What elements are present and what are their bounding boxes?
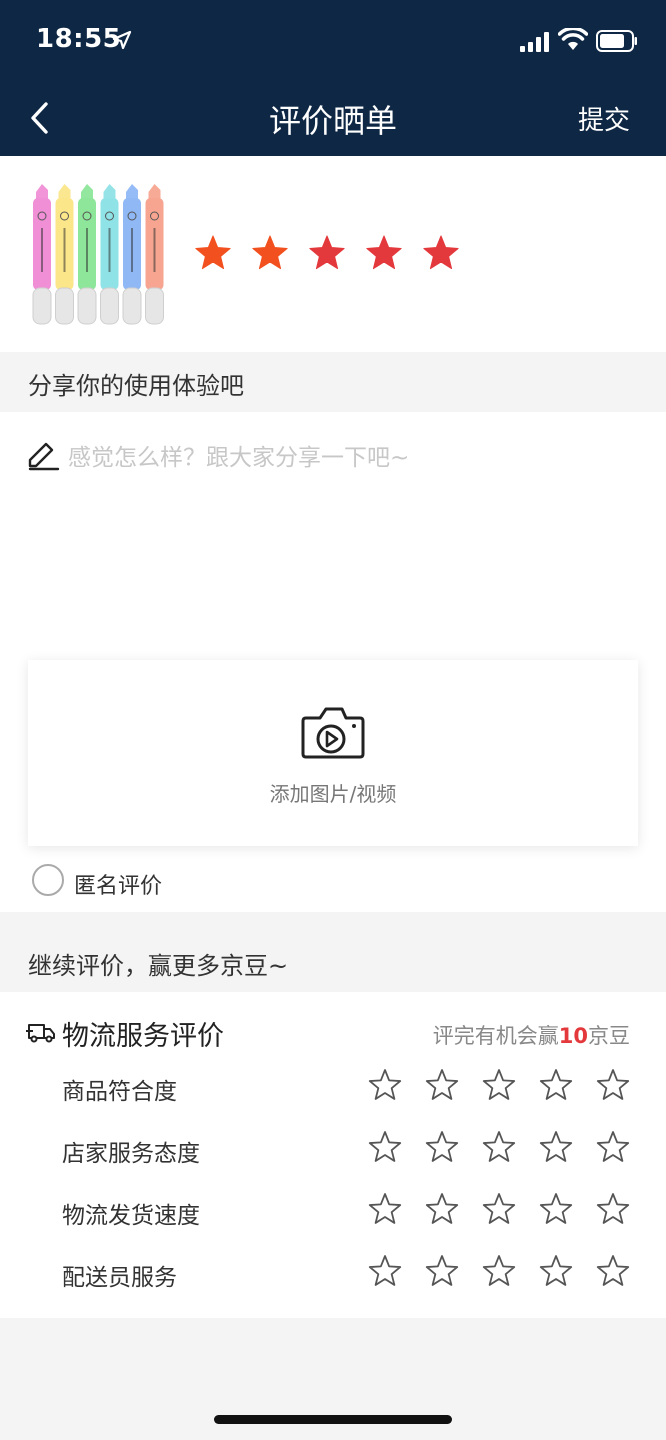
add-media-label: 添加图片/视频 bbox=[269, 782, 397, 806]
empty-star-icon[interactable] bbox=[425, 1130, 459, 1164]
marker-pen bbox=[32, 184, 52, 325]
rating-row-label: 物流发货速度 bbox=[62, 1203, 200, 1229]
logistics-title: 物流服务评价 bbox=[62, 1021, 224, 1052]
rating-row: 配送员服务 bbox=[0, 1244, 666, 1306]
empty-star-icon[interactable] bbox=[539, 1068, 573, 1102]
continue-section-title: 继续评价，赢更多京豆~ bbox=[28, 952, 289, 980]
empty-star-icon[interactable] bbox=[425, 1068, 459, 1102]
empty-star-icon[interactable] bbox=[425, 1254, 459, 1288]
anonymous-label: 匿名评价 bbox=[74, 874, 163, 899]
home-indicator bbox=[214, 1415, 452, 1424]
empty-star-icon[interactable] bbox=[482, 1130, 516, 1164]
rating-star-icon[interactable] bbox=[422, 234, 460, 272]
empty-star-icon[interactable] bbox=[368, 1130, 402, 1164]
status-bar: 18:55 bbox=[0, 0, 666, 80]
bonus-prefix: 评完有机会赢 bbox=[432, 1024, 559, 1048]
product-image bbox=[32, 184, 164, 325]
empty-star-icon[interactable] bbox=[368, 1254, 402, 1288]
pencil-icon bbox=[28, 442, 60, 471]
rating-row-label: 商品符合度 bbox=[62, 1079, 177, 1105]
empty-star-icon[interactable] bbox=[596, 1192, 630, 1226]
anonymous-radio[interactable] bbox=[32, 864, 64, 896]
empty-star-icon[interactable] bbox=[482, 1068, 516, 1102]
header: 18:55 评价晒单 提交 bbox=[0, 0, 666, 156]
bonus-suffix: 京豆 bbox=[588, 1024, 630, 1048]
empty-star-icon[interactable] bbox=[539, 1130, 573, 1164]
rating-star-icon[interactable] bbox=[308, 234, 346, 272]
marker-pen bbox=[100, 184, 119, 325]
rating-row-label: 店家服务态度 bbox=[62, 1141, 200, 1167]
logistics-panel: 物流服务评价 评完有机会赢10京豆 商品符合度店家服务态度 物流发货速度 配送员服务 bbox=[0, 992, 666, 1318]
rating-row: 物流发货速度 bbox=[0, 1182, 666, 1244]
review-panel: 添加图片/视频 匿名评价 bbox=[0, 412, 666, 912]
location-arrow-icon bbox=[112, 30, 132, 50]
signal-icon bbox=[520, 32, 550, 52]
empty-star-icon[interactable] bbox=[482, 1254, 516, 1288]
rating-star-icon[interactable] bbox=[194, 234, 232, 272]
empty-star-icon[interactable] bbox=[482, 1192, 516, 1226]
camera-video-icon bbox=[301, 707, 365, 759]
status-time: 18:55 bbox=[36, 24, 122, 54]
rating-row: 商品符合度 bbox=[0, 1058, 666, 1120]
nav-bar: 评价晒单 提交 bbox=[0, 80, 666, 156]
empty-star-icon[interactable] bbox=[425, 1192, 459, 1226]
review-text-input[interactable] bbox=[68, 438, 628, 638]
marker-pen bbox=[55, 184, 74, 325]
rating-star-icon[interactable] bbox=[251, 234, 289, 272]
submit-button[interactable]: 提交 bbox=[578, 100, 630, 137]
truck-icon bbox=[26, 1024, 55, 1043]
share-section-title: 分享你的使用体验吧 bbox=[28, 372, 244, 400]
empty-star-icon[interactable] bbox=[539, 1254, 573, 1288]
share-section-header: 分享你的使用体验吧 bbox=[0, 352, 666, 410]
page-title: 评价晒单 bbox=[268, 102, 397, 140]
rating-row-label: 配送员服务 bbox=[62, 1265, 177, 1291]
empty-star-icon[interactable] bbox=[368, 1192, 402, 1226]
empty-star-icon[interactable] bbox=[539, 1192, 573, 1226]
empty-star-icon[interactable] bbox=[596, 1130, 630, 1164]
marker-pen bbox=[77, 184, 97, 325]
empty-star-icon[interactable] bbox=[596, 1254, 630, 1288]
marker-pen bbox=[145, 184, 164, 325]
empty-star-icon[interactable] bbox=[368, 1068, 402, 1102]
add-media-button[interactable]: 添加图片/视频 bbox=[28, 660, 638, 846]
empty-star-icon[interactable] bbox=[596, 1068, 630, 1102]
bonus-amount: 10 bbox=[558, 1024, 588, 1048]
rating-row: 店家服务态度 bbox=[0, 1120, 666, 1182]
bonus-text: 评完有机会赢10京豆 bbox=[433, 1020, 630, 1050]
rating-star-icon[interactable] bbox=[365, 234, 403, 272]
battery-icon bbox=[596, 30, 637, 52]
marker-pen bbox=[122, 184, 142, 325]
product-card bbox=[0, 156, 666, 352]
continue-section-header: 继续评价，赢更多京豆~ bbox=[0, 932, 666, 990]
wifi-icon bbox=[558, 28, 588, 50]
